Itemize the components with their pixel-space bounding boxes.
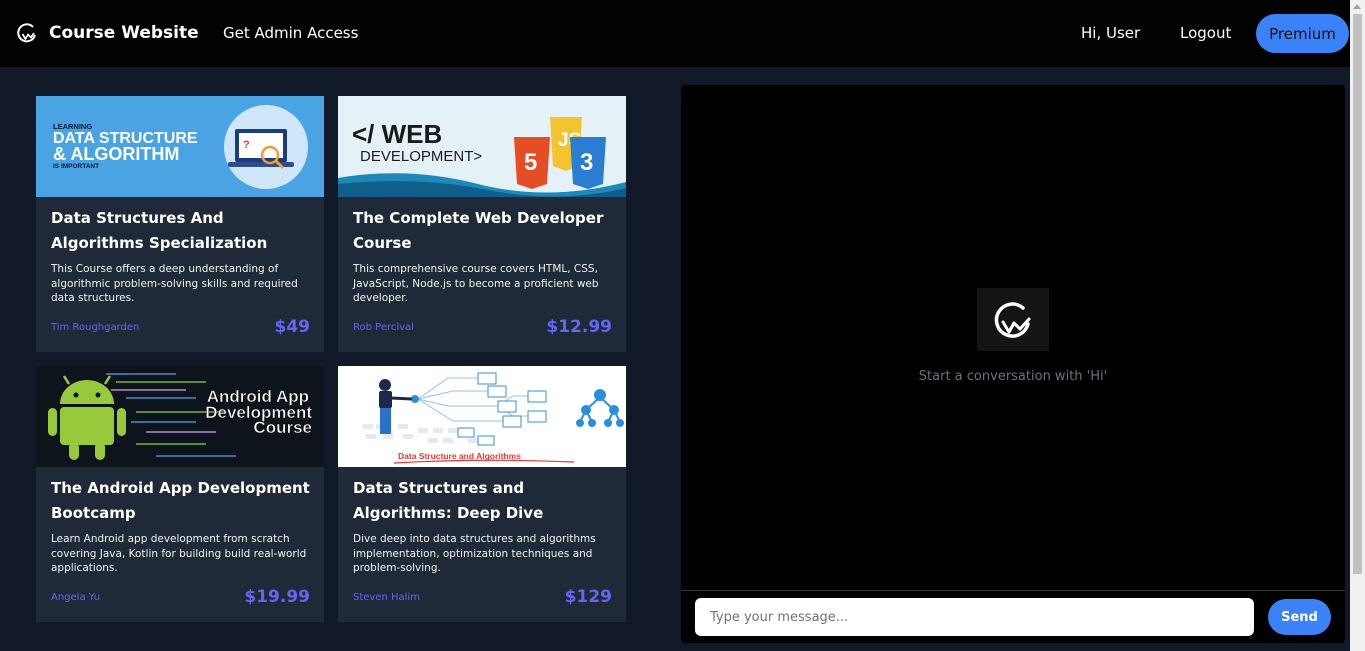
course-price: $12.99: [546, 317, 612, 337]
course-price: $49: [274, 317, 311, 337]
chat-empty-hint: Start a conversation with 'Hi': [918, 369, 1108, 384]
course-card[interactable]: Android App Development Course The Andro…: [36, 366, 324, 622]
course-thumbnail: LEARNING DATA STRUCTURE & ALGORITHM IS I…: [36, 96, 324, 197]
svg-text:5: 5: [524, 149, 537, 176]
course-card[interactable]: LEARNING DATA STRUCTURE & ALGORITHM IS I…: [36, 96, 324, 352]
dsa-deep-dive-banner-image: Data Structure and Algorithms: [338, 366, 626, 467]
course-author: Tim Roughgarden: [51, 322, 140, 333]
android-banner-image: Android App Development Course: [36, 366, 324, 467]
course-price: $19.99: [244, 587, 310, 607]
page-scrollbar[interactable]: [1350, 0, 1365, 651]
logout-link[interactable]: Logout: [1180, 24, 1231, 42]
course-title[interactable]: The Complete Web Developer Course: [353, 206, 615, 256]
course-card[interactable]: </ WEB DEVELOPMENT> JS 5 3 The Complete …: [338, 96, 626, 352]
brand[interactable]: Course Website: [16, 20, 199, 46]
course-card[interactable]: Data Structure and Algorithms Data Struc…: [338, 366, 626, 622]
course-description: Dive deep into data structures and algor…: [353, 533, 596, 574]
scrollbar-thumb[interactable]: [1353, 14, 1362, 574]
svg-text:Data Structure and Algorithms: Data Structure and Algorithms: [398, 451, 521, 461]
brand-name: Course Website: [49, 23, 199, 43]
chat-divider: [681, 590, 1345, 591]
dsa-banner-image: LEARNING DATA STRUCTURE & ALGORITHM IS I…: [36, 96, 324, 197]
svg-text:3: 3: [580, 149, 593, 176]
svg-text:DEVELOPMENT>: DEVELOPMENT>: [360, 148, 482, 165]
chat-panel: Start a conversation with 'Hi' Send: [681, 85, 1345, 643]
svg-text:IS IMPORTANT: IS IMPORTANT: [53, 163, 99, 170]
course-description: This Course offers a deep understanding …: [51, 263, 298, 304]
web-dev-banner-image: </ WEB DEVELOPMENT> JS 5 3: [338, 96, 626, 197]
scroll-up-arrow-icon[interactable]: [1353, 4, 1361, 9]
course-description: Learn Android app development from scrat…: [51, 533, 307, 574]
course-price: $129: [564, 587, 612, 607]
chat-brand-icon: [994, 302, 1031, 338]
chat-logo: [977, 288, 1049, 351]
chat-message-input[interactable]: [695, 598, 1254, 636]
get-admin-access-link[interactable]: Get Admin Access: [223, 24, 358, 42]
svg-text:& ALGORITHM: & ALGORITHM: [53, 144, 179, 164]
svg-text:</ WEB: </ WEB: [352, 119, 442, 149]
svg-text:Course: Course: [253, 418, 312, 437]
course-title[interactable]: Data Structures and Algorithms: Deep Div…: [353, 476, 615, 526]
course-thumbnail: Android App Development Course: [36, 366, 324, 467]
svg-text:?: ?: [243, 139, 250, 151]
course-title[interactable]: The Android App Development Bootcamp: [51, 476, 313, 526]
course-thumbnail: </ WEB DEVELOPMENT> JS 5 3: [338, 96, 626, 197]
course-author: Rob Percival: [353, 322, 414, 333]
course-title[interactable]: Data Structures And Algorithms Specializ…: [51, 206, 313, 256]
course-author: Angela Yu: [51, 592, 101, 603]
brand-logo-icon: [17, 23, 36, 43]
course-description: This comprehensive course covers HTML, C…: [353, 263, 599, 304]
course-thumbnail: Data Structure and Algorithms: [338, 366, 626, 467]
send-button[interactable]: Send: [1268, 599, 1331, 635]
top-navbar: Course Website Get Admin Access Hi, User…: [0, 0, 1350, 67]
course-author: Steven Halim: [353, 592, 420, 603]
user-greeting: Hi, User: [1081, 24, 1141, 42]
premium-button[interactable]: Premium: [1256, 14, 1349, 53]
